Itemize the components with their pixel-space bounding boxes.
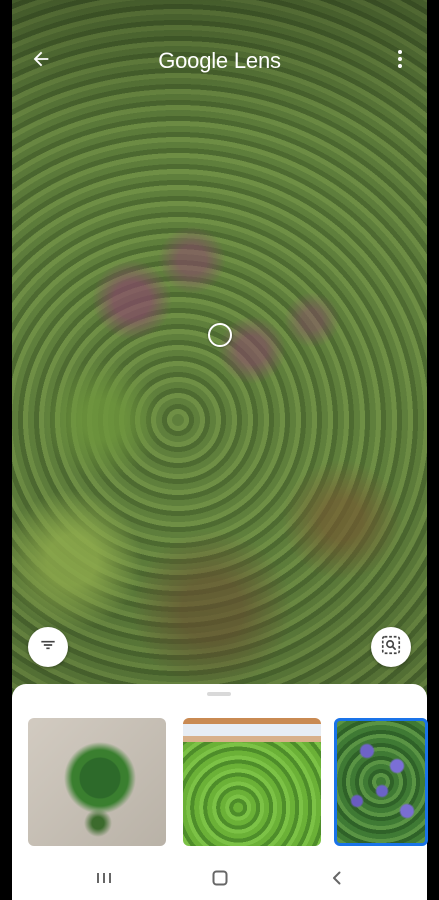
nav-back-icon[interactable]: [325, 866, 349, 890]
system-nav-bar: [12, 856, 427, 900]
image-search-icon: [380, 634, 402, 661]
more-vert-icon[interactable]: [391, 44, 409, 74]
filter-button[interactable]: [28, 627, 68, 667]
home-icon[interactable]: [208, 866, 232, 890]
top-bar: Google Lens: [12, 44, 427, 76]
plant-thumbnail-3[interactable]: [334, 718, 428, 846]
plant-thumbnail-2[interactable]: [183, 718, 321, 846]
sheet-drag-handle[interactable]: [207, 692, 231, 696]
camera-viewfinder: [12, 0, 427, 700]
image-search-button[interactable]: [371, 627, 411, 667]
recent-apps-icon[interactable]: [92, 866, 116, 890]
plant-thumbnail-1[interactable]: [28, 718, 166, 846]
focus-circle-icon[interactable]: [208, 323, 232, 347]
filter-icon: [38, 635, 58, 660]
page-title: Google Lens: [158, 48, 281, 73]
